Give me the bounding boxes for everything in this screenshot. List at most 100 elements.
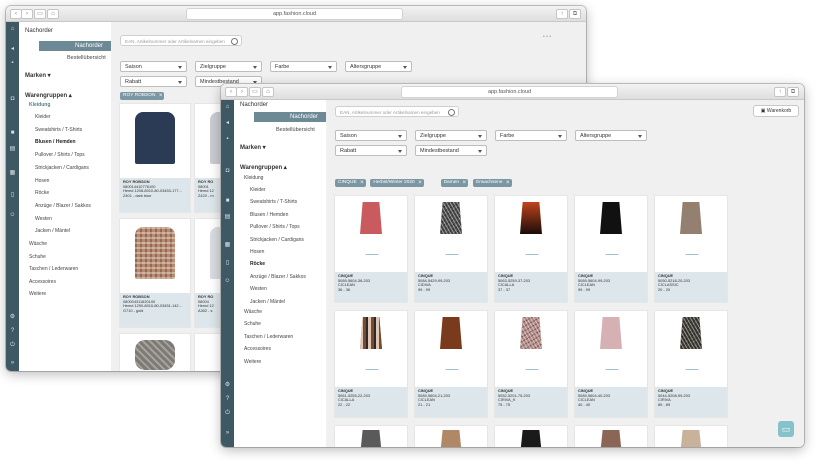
product-card[interactable]: CINQUE 5089-5604-40-203 CICLEAN 40 - 40 xyxy=(575,311,647,417)
product-card[interactable]: CINQUE 5089-5604-99-203 CICLEAN 99 - 99 xyxy=(575,196,647,302)
search-input[interactable]: EAN, Artikelnummer oder Artikelnamen ein… xyxy=(120,35,242,46)
product-card[interactable] xyxy=(335,426,407,447)
product-card[interactable]: ROY ROBSON 080004311620100 Hemd 1290-8010-… xyxy=(120,219,190,327)
filter-dropdown[interactable]: Zielgruppe xyxy=(195,61,262,72)
sidebar-top-item[interactable]: Wäsche xyxy=(29,241,47,247)
nav-bestelluebersicht[interactable]: Bestellübersicht xyxy=(276,127,315,133)
phone-icon[interactable]: ▯ xyxy=(9,192,16,198)
filter-dropdown[interactable]: Saison xyxy=(120,61,187,72)
expand-icon[interactable]: » xyxy=(224,430,231,436)
sidebar-item[interactable]: Strickjacken / Cardigans xyxy=(35,165,89,171)
product-card[interactable]: CINQUE 5084-5429-99-203 CIDIVA 99 - 99 xyxy=(415,196,487,302)
category-section[interactable]: Warengruppen ▴ xyxy=(25,92,72,99)
chat-icon[interactable]: ▭ xyxy=(778,421,794,437)
help-icon[interactable]: ? xyxy=(9,328,16,334)
product-card[interactable]: CINQUE 5089-5604-36-203 CICLEAN 36 - 36 xyxy=(335,196,407,302)
document-icon[interactable]: ▤ xyxy=(9,146,16,152)
settings-icon[interactable]: ⚙ xyxy=(224,382,231,388)
sidebar-item[interactable]: Röcke xyxy=(35,190,49,196)
address-bar[interactable]: app.fashion.cloud xyxy=(401,86,618,98)
hanger-icon[interactable]: ⌂ xyxy=(9,26,16,32)
filter-dropdown[interactable]: Mindestbestand xyxy=(415,145,487,156)
sidebar-toggle-icon[interactable]: ▭ xyxy=(249,87,261,97)
product-card[interactable]: CINQUE 5063-5259-37-203 CICALLA 37 - 37 xyxy=(495,196,567,302)
filter-dropdown[interactable]: Saison xyxy=(335,130,407,141)
forward-nav-icon[interactable]: › xyxy=(236,87,248,97)
nav-nachorder-selected[interactable]: Nachorder xyxy=(39,41,111,51)
tabs-icon[interactable]: ⧉ xyxy=(569,9,581,19)
product-card[interactable]: CINQUE 5052-5201-75-203 CIRIVA_K 75 - 75 xyxy=(495,311,567,417)
product-card[interactable]: CINQUE 5089-5604-21-203 CICLEAN 21 - 21 xyxy=(415,311,487,417)
sidebar-item[interactable]: Westen xyxy=(250,286,267,292)
product-card[interactable] xyxy=(655,426,727,447)
sidebar-top-item[interactable]: Weitere xyxy=(244,359,261,365)
bag-icon[interactable]: ■ xyxy=(224,198,231,204)
help-icon[interactable]: ? xyxy=(224,396,231,402)
camera-icon[interactable]: ◘ xyxy=(9,96,16,102)
filter-dropdown[interactable]: Altersgruppe xyxy=(575,130,647,141)
product-card[interactable]: CINQUE 5061-5255-22-203 CICALLA 22 - 22 xyxy=(335,311,407,417)
product-card[interactable] xyxy=(415,426,487,447)
sidebar-item[interactable]: Kleider xyxy=(35,114,51,120)
phone-icon[interactable]: ▯ xyxy=(224,260,231,266)
sidebar-top-item[interactable]: Accessoires xyxy=(29,279,56,285)
sidebar-item[interactable]: Sweatshirts / T-Shirts xyxy=(250,199,297,205)
product-card[interactable] xyxy=(575,426,647,447)
home-icon[interactable]: ⌂ xyxy=(262,87,274,97)
lock-icon[interactable]: ▪ xyxy=(224,136,231,142)
filter-dropdown[interactable]: Zielgruppe xyxy=(415,130,487,141)
sidebar-toggle-icon[interactable]: ▭ xyxy=(34,9,46,19)
sidebar-top-item[interactable]: Taschen / Lederwaren xyxy=(29,266,78,272)
sidebar-item[interactable]: Westen xyxy=(35,216,52,222)
remove-chip-icon[interactable]: × xyxy=(360,179,364,187)
filter-dropdown[interactable]: Altersgruppe xyxy=(345,61,412,72)
filter-chip[interactable]: Herbst/Winter 2020 × xyxy=(370,179,424,187)
nav-nachorder-selected[interactable]: Nachorder xyxy=(254,112,326,122)
filter-dropdown[interactable]: Rabatt xyxy=(120,76,187,87)
camera-icon[interactable]: ◘ xyxy=(224,168,231,174)
megaphone-icon[interactable]: ◂ xyxy=(224,120,231,126)
sidebar-item[interactable]: Blusen / Hemden xyxy=(250,212,288,218)
forward-nav-icon[interactable]: › xyxy=(21,9,33,19)
bag-icon[interactable]: ■ xyxy=(9,130,16,136)
filter-dropdown[interactable]: Farbe xyxy=(495,130,567,141)
tabs-icon[interactable]: ⧉ xyxy=(787,87,799,97)
sidebar-item[interactable]: Hosen xyxy=(35,178,49,184)
filter-dropdown[interactable]: Farbe xyxy=(270,61,337,72)
sidebar-top-item[interactable]: Schuhe xyxy=(29,254,46,260)
product-card[interactable]: CINQUE 5044-5208-99-203 CIRIVA 89 - 89 xyxy=(655,311,727,417)
lock-icon[interactable]: ▪ xyxy=(9,60,16,66)
power-icon[interactable]: ⏻ xyxy=(9,342,16,348)
filter-chip[interactable]: ROY ROBSON × xyxy=(120,92,165,100)
settings-icon[interactable]: ⚙ xyxy=(9,314,16,320)
filter-dropdown[interactable]: Rabatt xyxy=(335,145,407,156)
nav-nachorder[interactable]: Nachorder xyxy=(240,102,268,108)
product-card[interactable]: CINQUE 5050-5218-20-203 CICLASSIC 20 - 20 xyxy=(655,196,727,302)
category-clothing[interactable]: Kleidung xyxy=(29,102,50,108)
sidebar-top-item[interactable]: Weitere xyxy=(29,291,46,297)
share-icon[interactable]: ↑ xyxy=(556,9,568,19)
store-icon[interactable]: ▦ xyxy=(224,242,231,248)
sidebar-item[interactable]: Anzüge / Blazer / Sakkos xyxy=(250,274,306,280)
share-icon[interactable]: ↑ xyxy=(774,87,786,97)
remove-chip-icon[interactable]: × xyxy=(418,179,422,187)
nav-nachorder[interactable]: Nachorder xyxy=(25,28,53,34)
sidebar-item[interactable]: Sweatshirts / T-Shirts xyxy=(35,127,82,133)
brands-section[interactable]: Marken ▾ xyxy=(240,144,266,151)
filter-chip[interactable]: Damen × xyxy=(440,179,469,187)
brands-section[interactable]: Marken ▾ xyxy=(25,72,51,79)
sidebar-item[interactable]: Röcke xyxy=(250,261,265,267)
remove-chip-icon[interactable]: × xyxy=(463,179,467,187)
search-input[interactable]: EAN, Artikelnummer oder Artikelnamen ein… xyxy=(335,106,459,117)
home-icon[interactable]: ⌂ xyxy=(47,9,59,19)
document-icon[interactable]: ▤ xyxy=(224,214,231,220)
megaphone-icon[interactable]: ◂ xyxy=(9,46,16,52)
remove-chip-icon[interactable]: × xyxy=(159,92,163,100)
filter-chip[interactable]: Erwachsene × xyxy=(473,179,512,187)
hanger-icon[interactable]: ⌂ xyxy=(224,104,231,110)
expand-icon[interactable]: » xyxy=(9,360,16,366)
sidebar-item[interactable]: Anzüge / Blazer / Sakkos xyxy=(35,203,91,209)
cart-button[interactable]: ▣ Warenkorb xyxy=(753,105,799,117)
product-card[interactable] xyxy=(495,426,567,447)
sidebar-item[interactable]: Strickjacken / Cardigans xyxy=(250,237,304,243)
